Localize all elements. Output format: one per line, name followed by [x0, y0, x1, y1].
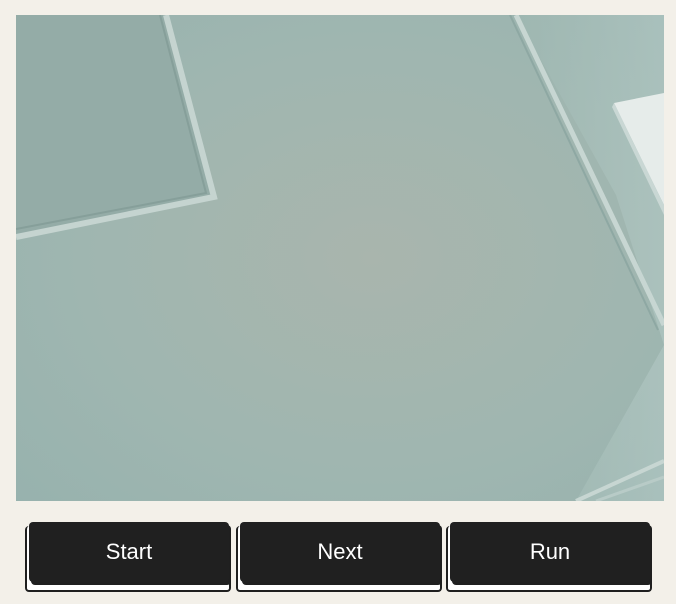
next-button-frame: Next: [236, 522, 444, 594]
start-button-frame: Start: [25, 522, 233, 594]
start-button[interactable]: Start: [29, 522, 229, 582]
run-button[interactable]: Run: [450, 522, 650, 582]
next-button[interactable]: Next: [240, 522, 440, 582]
control-button-row: Start Next Run: [25, 522, 655, 597]
camera-image: [16, 15, 664, 501]
run-button-frame: Run: [446, 522, 654, 594]
camera-preview: [16, 15, 664, 501]
app-window: Start Next Run: [0, 0, 676, 604]
